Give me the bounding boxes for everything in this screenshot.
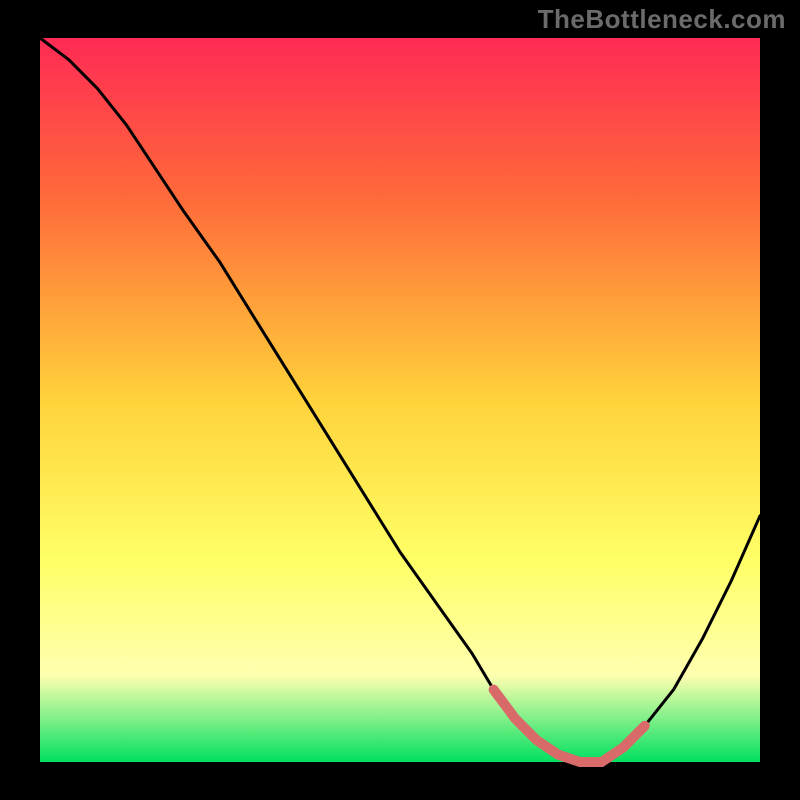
- gradient-background: [40, 38, 760, 762]
- bottleneck-chart: [0, 0, 800, 800]
- chart-frame: { "watermark": "TheBottleneck.com", "col…: [0, 0, 800, 800]
